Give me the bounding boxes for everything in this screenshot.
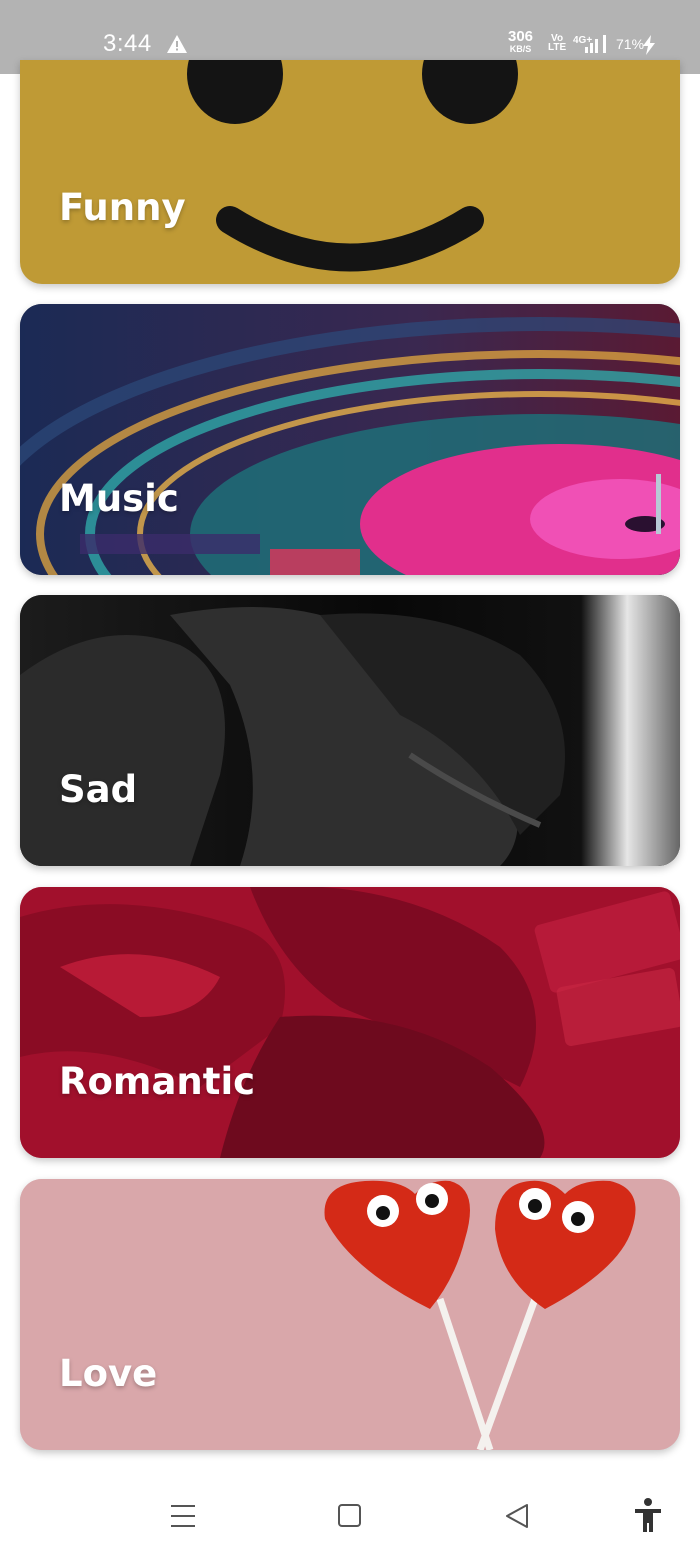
volte-indicator: Vo LTE bbox=[548, 34, 567, 53]
category-label: Sad bbox=[59, 768, 138, 811]
romantic-couple-art bbox=[20, 887, 680, 1158]
category-card-sad[interactable]: Sad bbox=[20, 595, 680, 866]
accessibility-icon[interactable] bbox=[628, 1496, 668, 1536]
heart-lollipops-art bbox=[20, 1179, 680, 1450]
smiley-face-art bbox=[187, 60, 518, 272]
back-triangle-icon[interactable] bbox=[498, 1496, 538, 1536]
category-card-funny[interactable]: Funny bbox=[20, 60, 680, 284]
network-speed-unit: KB/S bbox=[509, 44, 532, 54]
category-label: Love bbox=[59, 1352, 158, 1395]
menu-icon[interactable] bbox=[163, 1496, 203, 1536]
status-time: 3:44 bbox=[103, 30, 152, 57]
charging-bolt-icon bbox=[643, 35, 655, 55]
network-type: 4G+ bbox=[573, 35, 592, 46]
system-nav-bar bbox=[0, 1468, 700, 1556]
network-speed: 306 KB/S bbox=[508, 29, 533, 56]
vinyl-record-art bbox=[20, 304, 680, 575]
home-square-icon[interactable] bbox=[330, 1496, 370, 1536]
volte-bottom: LTE bbox=[548, 42, 567, 53]
category-card-love[interactable]: Love bbox=[20, 1179, 680, 1450]
battery-level: 71% bbox=[616, 36, 645, 52]
category-label: Music bbox=[59, 477, 179, 520]
category-label: Funny bbox=[59, 186, 186, 229]
sad-person-art bbox=[20, 595, 680, 866]
category-card-music[interactable]: Music bbox=[20, 304, 680, 575]
signal-icon: 4G+ bbox=[573, 35, 606, 53]
category-card-romantic[interactable]: Romantic bbox=[20, 887, 680, 1158]
alert-triangle-icon bbox=[167, 35, 187, 53]
category-label: Romantic bbox=[59, 1060, 256, 1103]
